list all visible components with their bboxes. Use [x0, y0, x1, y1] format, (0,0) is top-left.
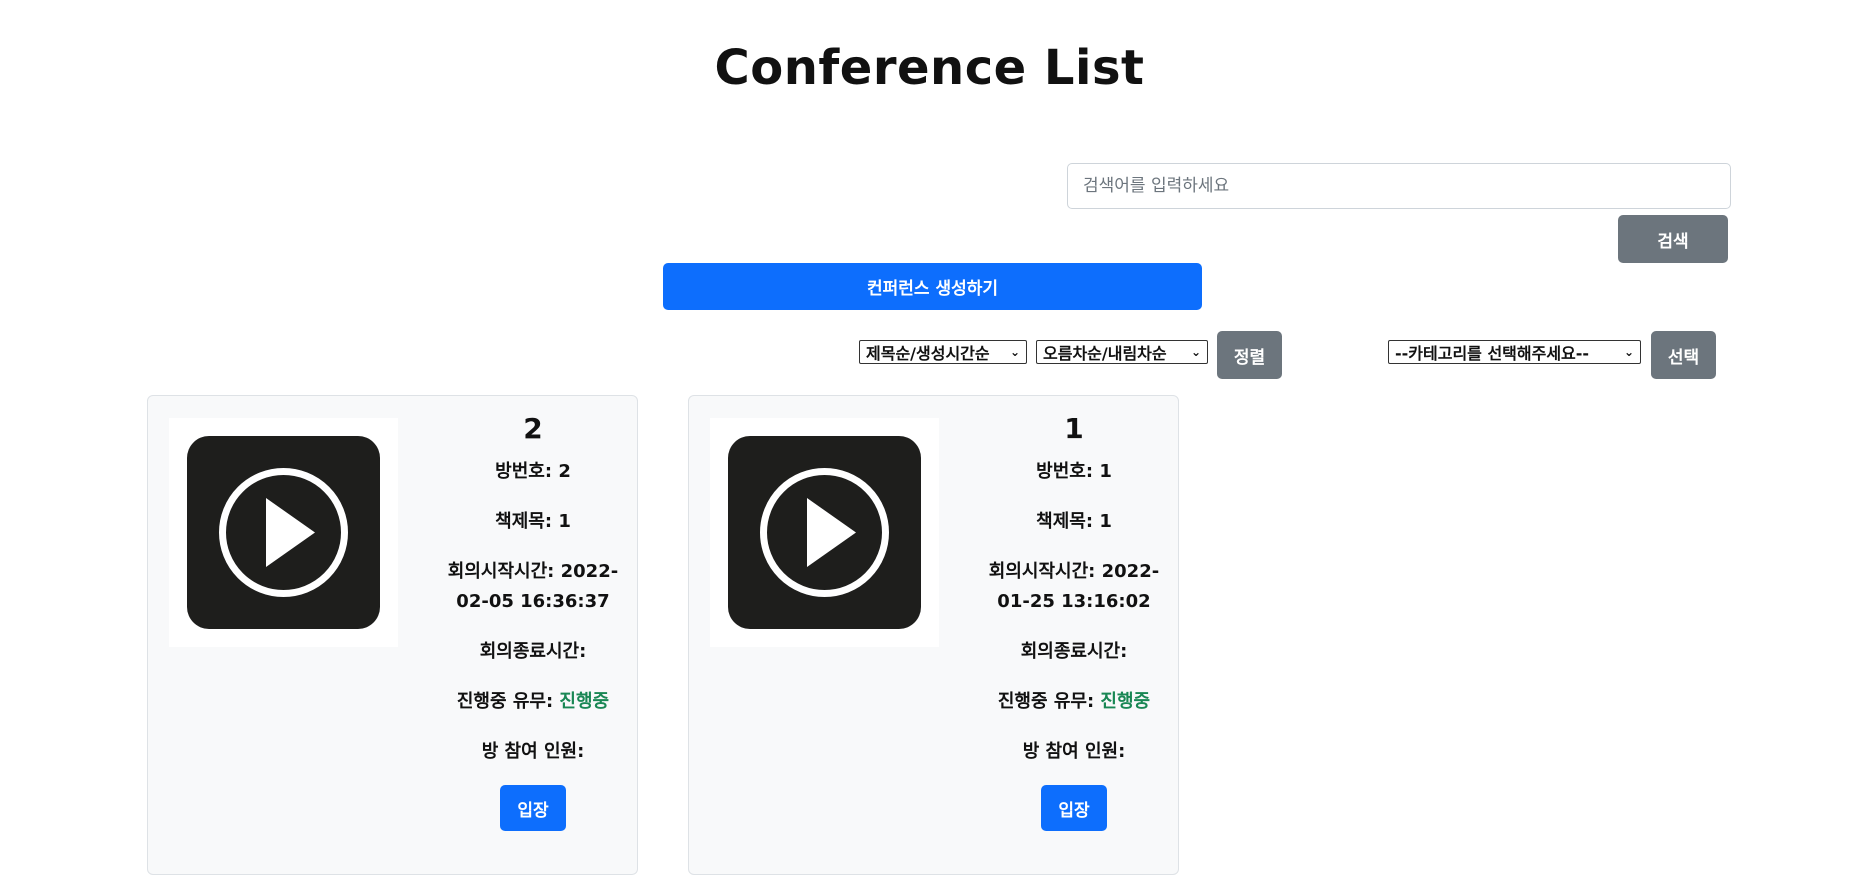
ongoing-status: 진행중 유무: 진행중	[997, 691, 1151, 712]
conference-title: 1	[1064, 412, 1084, 445]
room-number: 방번호: 1	[1036, 461, 1112, 482]
enter-button[interactable]: 입장	[500, 785, 566, 831]
page-title: Conference List	[714, 40, 1145, 96]
room-number: 방번호: 2	[495, 461, 571, 482]
category-select-button[interactable]: 선택	[1651, 331, 1716, 379]
sort-button[interactable]: 정렬	[1217, 331, 1282, 379]
create-conference-button[interactable]: 컨퍼런스 생성하기	[663, 263, 1202, 310]
chevron-down-icon: ⌄	[1009, 345, 1020, 359]
sort-field-select[interactable]: 제목순/생성시간순 ⌄	[859, 340, 1027, 364]
conference-card: 2 방번호: 2 책제목: 1 회의시작시간: 2022- 02-05 16:36…	[147, 395, 638, 875]
conference-title: 2	[523, 412, 543, 445]
participants: 방 참여 인원:	[481, 741, 585, 762]
category-select[interactable]: --카테고리를 선택해주세요-- ⌄	[1388, 340, 1641, 364]
search-input[interactable]	[1067, 163, 1731, 209]
sort-field-value: 제목순/생성시간순	[866, 344, 990, 363]
sort-order-select[interactable]: 오름차순/내림차순 ⌄	[1036, 340, 1208, 364]
chevron-down-icon: ⌄	[1190, 345, 1201, 359]
ongoing-status: 진행중 유무: 진행중	[456, 691, 610, 712]
category-value: --카테고리를 선택해주세요--	[1395, 344, 1590, 363]
status-badge: 진행중	[1100, 691, 1151, 712]
conference-thumbnail	[710, 418, 939, 647]
start-time: 회의시작시간: 2022- 01-25 13:16:02	[988, 561, 1160, 612]
enter-button[interactable]: 입장	[1041, 785, 1107, 831]
end-time: 회의종료시간:	[479, 641, 587, 662]
book-title: 책제목: 1	[1036, 511, 1112, 532]
play-icon	[219, 468, 348, 597]
participants: 방 참여 인원:	[1022, 741, 1126, 762]
status-badge: 진행중	[559, 691, 610, 712]
play-icon	[760, 468, 889, 597]
start-time: 회의시작시간: 2022- 02-05 16:36:37	[447, 561, 619, 612]
conference-card: 1 방번호: 1 책제목: 1 회의시작시간: 2022- 01-25 13:16…	[688, 395, 1179, 875]
book-title: 책제목: 1	[495, 511, 571, 532]
search-button[interactable]: 검색	[1618, 215, 1728, 263]
sort-order-value: 오름차순/내림차순	[1043, 344, 1167, 363]
conference-thumbnail	[169, 418, 398, 647]
end-time: 회의종료시간:	[1020, 641, 1128, 662]
chevron-down-icon: ⌄	[1623, 345, 1634, 359]
